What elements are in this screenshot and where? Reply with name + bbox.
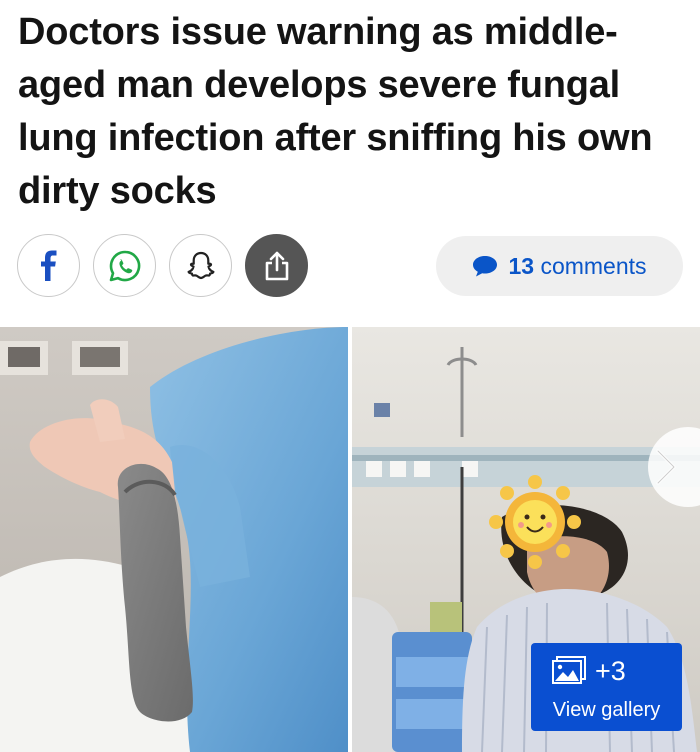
comments-count: 13 (508, 252, 535, 279)
snapchat-share-button[interactable] (169, 234, 232, 297)
whatsapp-share-button[interactable] (93, 234, 156, 297)
facebook-icon (40, 250, 56, 281)
gallery-extra-count: +3 (595, 655, 626, 686)
hand-holding-sock-image (0, 327, 348, 752)
gallery-count-row: +3 (549, 655, 626, 687)
view-gallery-button[interactable]: +3 View gallery (531, 643, 682, 731)
speech-bubble-icon (473, 256, 498, 277)
more-share-button[interactable] (245, 234, 308, 297)
snapchat-icon (187, 251, 214, 279)
comments-label: 13 comments (508, 253, 646, 280)
share-bar: 13 comments (0, 232, 700, 300)
comments-text: comments (540, 252, 647, 279)
comments-button[interactable]: 13 comments (436, 236, 683, 296)
facebook-share-button[interactable] (17, 234, 80, 297)
whatsapp-icon (109, 250, 140, 281)
view-gallery-label: View gallery (552, 699, 661, 721)
share-icon (265, 251, 288, 280)
photo-gallery[interactable]: +3 View gallery (0, 327, 700, 752)
gallery-icon (552, 656, 586, 684)
article-headline: Doctors issue warning as middle-aged man… (18, 11, 653, 212)
chevron-right-icon (656, 449, 676, 485)
